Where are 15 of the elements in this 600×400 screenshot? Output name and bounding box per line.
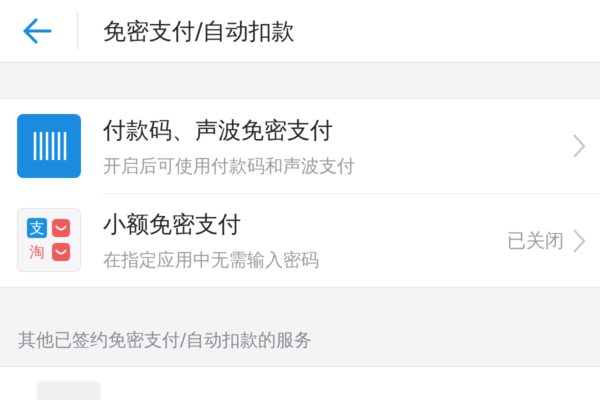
item-subtitle: 开启后可使用付款码和声波支付 (103, 154, 356, 178)
status-text: 已关闭 (507, 228, 564, 254)
section-label: 其他已签约免密支付/自动扣款的服务 (17, 329, 314, 353)
back-icon[interactable] (22, 18, 52, 44)
item-title[interactable]: 付款码、声波免密支付 (103, 114, 572, 146)
bag-icon (51, 218, 71, 238)
app-glyph: 支 (27, 218, 47, 238)
chevron-icon (572, 133, 586, 159)
item-subtitle: 在指定应用中无需输入密码 (103, 249, 320, 272)
page-title: 免密支付/自动扣款 (103, 18, 295, 46)
app-glyph: 淘 (28, 242, 46, 262)
item-title[interactable]: 小额免密支付 (103, 209, 507, 240)
chevron-icon (572, 228, 586, 254)
barcode-icon (17, 114, 81, 178)
bag-icon (51, 242, 71, 262)
